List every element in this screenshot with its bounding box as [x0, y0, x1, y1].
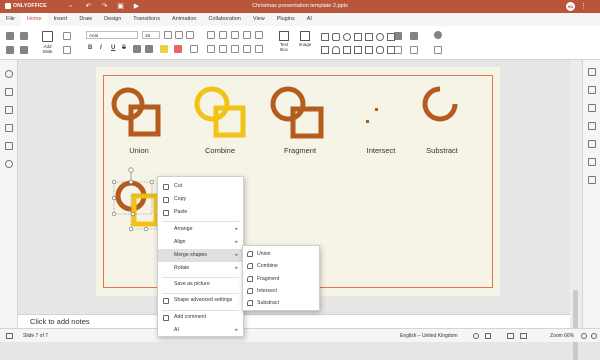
chevron-right-icon: ▸ [235, 327, 238, 333]
label-union: Union [129, 146, 149, 155]
menu-align[interactable]: Align ▸ [158, 236, 243, 249]
fit-slide-icon[interactable] [507, 333, 514, 339]
copy-label: Copy [174, 196, 187, 202]
menu-ai[interactable]: AI ▸ [158, 324, 243, 337]
label-substract: Substract [426, 146, 458, 155]
merge-shapes-submenu: Union Combine Fragment Intersect Substra… [242, 245, 320, 311]
selected-shape-group[interactable] [111, 167, 164, 232]
fragment-label: Fragment [257, 276, 280, 282]
submenu-combine[interactable]: Combine [243, 260, 319, 272]
arrange-label: Arrange [174, 226, 193, 232]
copy-icon [163, 197, 169, 203]
globe-icon[interactable] [473, 333, 479, 339]
menu-cut[interactable]: Cut [158, 180, 243, 193]
combine-icon [247, 263, 253, 269]
submenu-union[interactable]: Union [243, 248, 319, 260]
paste-label: Paste [174, 209, 188, 215]
zoom-out-icon[interactable] [581, 333, 587, 339]
fragment-icon [247, 276, 253, 282]
combine-shape[interactable] [194, 86, 246, 138]
menu-separator [162, 221, 239, 222]
language-selector[interactable]: English – United Kingdom [400, 329, 458, 343]
add-comment-label: Add comment [174, 314, 207, 320]
intersect-shape[interactable] [366, 108, 378, 123]
fit-width-icon[interactable] [520, 333, 527, 339]
align-label: Align [174, 239, 186, 245]
status-bar: Slide 7 of 7 English – United Kingdom Zo… [0, 328, 600, 342]
substract-label: Substract [257, 300, 279, 306]
cut-icon [163, 184, 169, 190]
combine-label: Combine [257, 263, 278, 269]
zoom-in-icon[interactable] [591, 333, 597, 339]
substract-icon [247, 300, 253, 306]
rotate-label: Rotate [174, 265, 190, 271]
menu-paste[interactable]: Paste [158, 206, 243, 219]
intersect-label: Intersect [257, 288, 277, 294]
union-shape[interactable] [111, 87, 161, 137]
fragment-shape[interactable] [270, 86, 324, 139]
substract-shape[interactable] [422, 86, 458, 122]
slides-panel-icon[interactable] [6, 333, 13, 339]
shape-advanced-label: Shape advanced settings [174, 297, 233, 303]
submenu-intersect[interactable]: Intersect [243, 285, 319, 297]
paste-icon [163, 210, 169, 216]
slide-counter: Slide 7 of 7 [23, 333, 49, 339]
label-combine: Combine [204, 146, 235, 155]
zoom-level[interactable]: Zoom 66% [550, 329, 574, 343]
context-menu: Cut Copy Paste Arrange ▸ Align ▸ Merge sha… [157, 176, 244, 337]
menu-save-as-picture[interactable]: Save as picture [158, 278, 243, 291]
menu-rotate[interactable]: Rotate ▸ [158, 262, 243, 275]
label-fragment: Fragment [283, 146, 317, 155]
chevron-right-icon: ▸ [235, 226, 238, 232]
menu-arrange[interactable]: Arrange ▸ [158, 223, 243, 236]
menu-merge-shapes[interactable]: Merge shapes ▸ [158, 249, 243, 262]
submenu-substract[interactable]: Substract [243, 297, 319, 309]
label-intersect: Intersect [366, 146, 396, 155]
chevron-right-icon: ▸ [235, 265, 238, 271]
union-icon [247, 251, 253, 257]
menu-shape-advanced[interactable]: Shape advanced settings [158, 294, 243, 307]
chevron-right-icon: ▸ [235, 239, 238, 245]
merge-shapes-label: Merge shapes [174, 252, 207, 258]
menu-copy[interactable]: Copy [158, 193, 243, 206]
ai-label: AI [174, 327, 179, 333]
spellcheck-icon[interactable] [485, 333, 491, 339]
intersect-icon [247, 288, 253, 294]
menu-add-comment[interactable]: Add comment [158, 311, 243, 324]
cut-label: Cut [174, 183, 183, 189]
chevron-right-icon: ▸ [235, 252, 238, 258]
notes-area[interactable]: Click to add notes [18, 314, 570, 328]
shape-settings-icon [163, 298, 169, 304]
comment-icon [163, 315, 169, 321]
save-as-picture-label: Save as picture [174, 281, 210, 287]
union-label: Union [257, 251, 271, 257]
submenu-fragment[interactable]: Fragment [243, 273, 319, 285]
